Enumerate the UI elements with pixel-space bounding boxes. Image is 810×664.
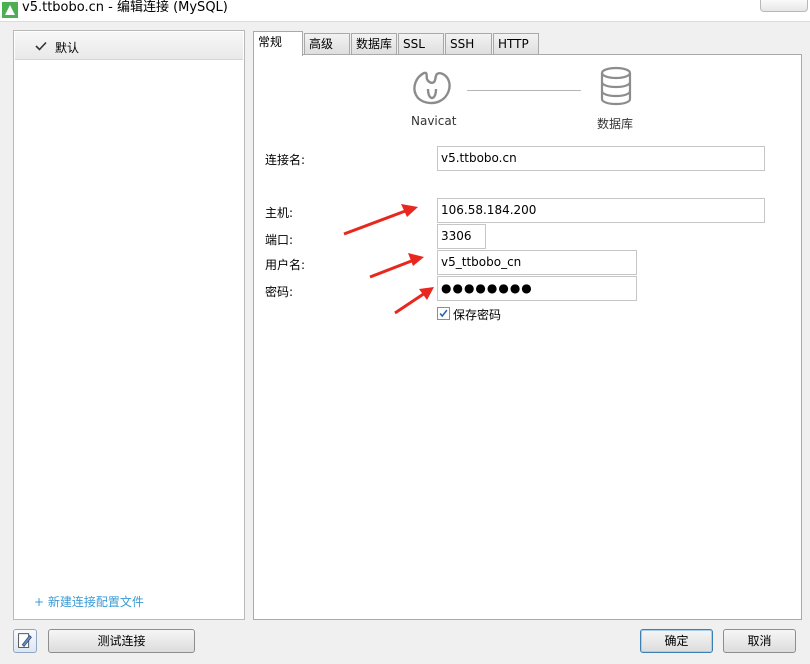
profile-list: 默认 + 新建连接配置文件: [13, 30, 245, 620]
connection-name-label: 连接名:: [265, 153, 306, 167]
tab-ssl[interactable]: SSL: [398, 33, 444, 55]
title-bar: v5.ttbobo.cn - 编辑连接 (MySQL): [0, 0, 810, 22]
tab-http[interactable]: HTTP: [493, 33, 539, 55]
new-profile-link[interactable]: + 新建连接配置文件: [34, 593, 144, 610]
port-input[interactable]: 3306: [437, 224, 486, 249]
general-tab-panel: Navicat 数据库 连接名: v5.ttbobo.cn 主机: 106.58…: [253, 54, 802, 620]
close-button[interactable]: [760, 0, 808, 12]
tab-database[interactable]: 数据库: [351, 33, 397, 55]
edit-profile-button[interactable]: [13, 629, 37, 653]
database-caption: 数据库: [597, 117, 634, 131]
password-label: 密码:: [265, 285, 294, 299]
database-icon: [600, 66, 632, 106]
window-title: v5.ttbobo.cn - 编辑连接 (MySQL): [22, 0, 228, 15]
username-label: 用户名:: [265, 258, 306, 272]
app-icon: [2, 2, 18, 18]
save-password-label: 保存密码: [453, 308, 502, 322]
profile-item-default[interactable]: 默认: [15, 32, 243, 60]
edit-icon: [18, 633, 32, 648]
save-password-checkbox[interactable]: [437, 307, 450, 320]
profile-label: 默认: [55, 41, 80, 55]
tab-advanced[interactable]: 高级: [304, 33, 350, 55]
username-input[interactable]: v5_ttbobo_cn: [437, 250, 637, 275]
ok-button[interactable]: 确定: [640, 629, 713, 653]
navicat-logo-icon: [413, 71, 451, 105]
password-input[interactable]: ●●●●●●●●: [437, 276, 637, 301]
test-connection-button[interactable]: 测试连接: [48, 629, 195, 653]
host-input[interactable]: 106.58.184.200: [437, 198, 765, 223]
tab-general[interactable]: 常规: [253, 31, 303, 56]
navicat-caption: Navicat: [411, 114, 457, 128]
connector-line: [467, 90, 581, 91]
host-label: 主机:: [265, 206, 294, 220]
port-label: 端口:: [265, 233, 294, 247]
check-icon: [35, 41, 47, 51]
cancel-button[interactable]: 取消: [723, 629, 796, 653]
tab-ssh[interactable]: SSH: [445, 33, 492, 55]
connection-name-input[interactable]: v5.ttbobo.cn: [437, 146, 765, 171]
